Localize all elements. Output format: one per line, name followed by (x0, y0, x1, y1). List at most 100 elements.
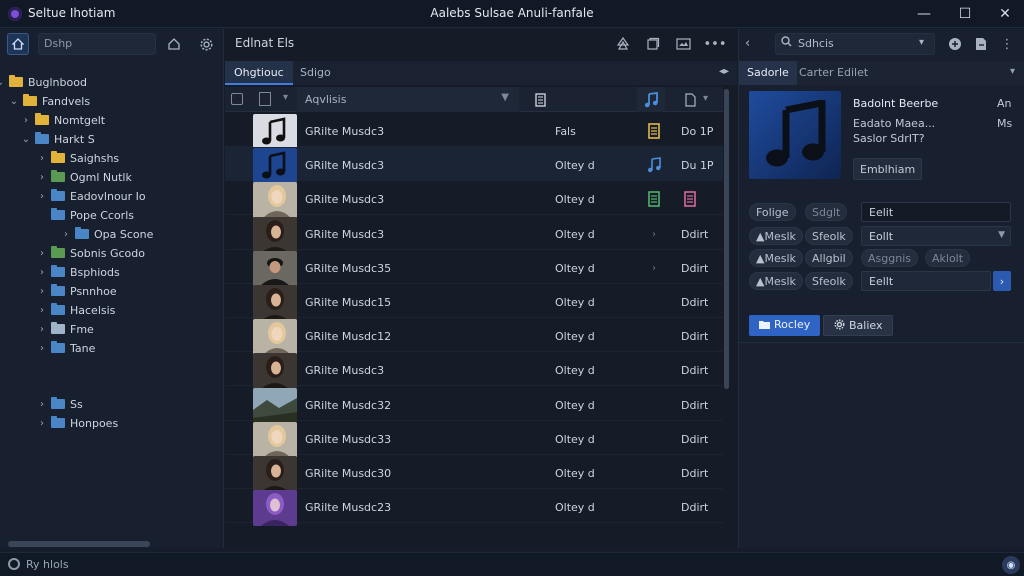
user-avatar-icon[interactable]: ◉ (1002, 556, 1020, 574)
music-note-icon[interactable] (645, 155, 663, 175)
copy-button[interactable] (643, 34, 663, 54)
table-row[interactable]: GRilte Musdc23 Oltey d Ddirt (225, 489, 723, 526)
track-action[interactable]: Ddirt (681, 467, 708, 480)
right-search-input[interactable]: Sdhcis (775, 33, 935, 55)
table-row[interactable]: GRilte Musdc3 Oltey d (225, 181, 723, 218)
table-row[interactable]: GRilte Musdc3 Oltey d Ddirt (225, 352, 723, 389)
search-chevron-down-icon[interactable]: ▾ (919, 37, 924, 48)
tree-item[interactable]: › Sobnis Gcodo (36, 244, 145, 262)
chip-tag-1[interactable]: Folige (749, 203, 796, 221)
left-search-input[interactable]: Dshp (38, 33, 156, 55)
view-button[interactable] (673, 34, 693, 54)
table-row[interactable]: GRilte Musdc3 Oltey d Du 1P (225, 147, 723, 184)
tree-item[interactable]: › Psnnhoe (36, 282, 117, 300)
tree-item[interactable]: › Hacelsis (36, 301, 115, 319)
settings-button[interactable] (196, 34, 216, 54)
field-1[interactable]: Eelit (861, 202, 1011, 222)
chip-tag-9[interactable]: ▲Meslk (749, 272, 803, 290)
close-button[interactable]: ✕ (985, 0, 1024, 28)
add-button[interactable] (945, 34, 965, 54)
track-action[interactable]: Ddirt (681, 501, 708, 514)
track-action[interactable]: Ddirt (681, 364, 708, 377)
field-2[interactable]: Eollt ▼ (861, 226, 1011, 246)
column-file-chevron-icon[interactable]: ▾ (703, 93, 708, 104)
chevron-right-icon[interactable]: › (20, 115, 32, 126)
tabs-overflow-icon[interactable]: ◂▸ (719, 66, 729, 77)
tab-editor[interactable]: Carter Edilet (799, 66, 868, 79)
tab-second[interactable]: Sdigo (291, 61, 340, 85)
chip-tag-10[interactable]: Sfeolk (805, 272, 853, 290)
track-action[interactable]: Ddirt (681, 399, 708, 412)
table-row[interactable]: GRilte Musdc15 Oltey d Ddirt (225, 284, 723, 321)
field-4[interactable]: Eellt (861, 271, 991, 291)
column-artists[interactable]: Aqvlisis ▼ (297, 87, 519, 112)
chevron-down-icon[interactable]: ⌄ (0, 77, 6, 88)
more-options-button[interactable]: ••• (704, 34, 727, 54)
tab-details[interactable]: Sadorle (739, 61, 797, 85)
chip-tag-8[interactable]: Aklolt (925, 249, 971, 267)
chevron-down-icon[interactable]: ⌄ (8, 96, 20, 107)
tree-item[interactable]: › Honpoes (36, 414, 118, 432)
secondary-action-button[interactable]: Baliex (823, 315, 894, 336)
field-4-chevron-right-icon[interactable]: › (993, 271, 1011, 291)
tree-item[interactable]: › Ss (36, 395, 83, 413)
back-chevron-icon[interactable]: ‹ (745, 36, 750, 51)
chevron-right-icon[interactable]: › (36, 191, 48, 202)
tree-item[interactable]: › Nomtgelt (20, 111, 105, 129)
album-action-button[interactable]: Emblhiam (853, 158, 923, 180)
document-icon[interactable] (645, 189, 663, 209)
chevron-right-icon[interactable]: › (36, 343, 48, 354)
sort-button[interactable] (613, 34, 633, 54)
column-document-icon[interactable] (531, 91, 549, 109)
document-icon[interactable] (645, 121, 663, 141)
maximize-button[interactable]: ☐ (945, 0, 985, 28)
scrollbar-thumb[interactable] (724, 89, 729, 389)
chevron-right-icon[interactable]: › (36, 286, 48, 297)
tree-item[interactable]: › Eadovlnour Io (36, 187, 146, 205)
chevron-right-icon[interactable]: › (36, 305, 48, 316)
track-action[interactable]: Ddirt (681, 296, 708, 309)
table-row[interactable]: GRilte Musdc35 Oltey d › Ddirt (225, 250, 723, 287)
track-action[interactable]: Do 1P (681, 125, 713, 138)
tree-item[interactable]: ⌄ Buglnbood (0, 73, 87, 91)
column-file-icon[interactable] (681, 91, 699, 109)
select-all-checkbox[interactable] (231, 93, 243, 105)
tree-item[interactable]: › Fme (36, 320, 94, 338)
chip-tag-5[interactable]: ▲Meslk (749, 249, 803, 267)
chevron-right-icon[interactable]: › (36, 399, 48, 410)
table-row[interactable]: GRilte Musdc30 Oltey d Ddirt (225, 455, 723, 492)
chip-tag-3[interactable]: ▲Meslk (749, 227, 803, 245)
tree-item[interactable]: Pope Ccorls (36, 206, 134, 224)
home-button[interactable] (7, 33, 29, 55)
track-action[interactable]: Ddirt (681, 262, 708, 275)
tabs-chevron-down-icon[interactable]: ▾ (1010, 66, 1015, 77)
tree-item[interactable]: ⌄ Fandvels (8, 92, 90, 110)
chip-tag-2[interactable]: Sdglt (805, 203, 848, 221)
table-row[interactable]: GRilte Musdc3 Fals Do 1P (225, 113, 723, 150)
tree-item[interactable]: › Saighshs (36, 149, 119, 167)
table-row[interactable]: GRilte Musdc33 Oltey d Ddirt (225, 421, 723, 458)
primary-action-button[interactable]: Rocley (749, 315, 821, 336)
column-chevron-down-icon[interactable]: ▾ (283, 92, 288, 103)
tab-first[interactable]: Ohgtiouc (225, 61, 293, 85)
track-action[interactable]: Du 1P (681, 159, 714, 172)
chevron-right-icon[interactable]: › (60, 229, 72, 240)
tree-item[interactable]: › Ogml Nutlk (36, 168, 132, 186)
track-action[interactable]: Ddirt (681, 433, 708, 446)
track-action[interactable]: Ddirt (681, 330, 708, 343)
document-edit-icon[interactable] (681, 189, 699, 209)
chevron-right-icon[interactable]: › (36, 248, 48, 259)
column-options-icon[interactable] (259, 92, 271, 106)
tree-item[interactable]: ⌄ Harkt S (20, 130, 95, 148)
chevron-right-icon[interactable]: › (36, 418, 48, 429)
chevron-right-icon[interactable]: › (36, 267, 48, 278)
table-row[interactable]: GRilte Musdc12 Oltey d Ddirt (225, 318, 723, 355)
tree-item[interactable]: › Opa Scone (60, 225, 153, 243)
column-music-note-icon[interactable] (637, 87, 665, 112)
chevron-right-icon[interactable]: › (36, 324, 48, 335)
table-row[interactable]: GRilte Musdc3 Oltey d › Ddirt (225, 216, 723, 253)
chevron-right-icon[interactable]: › (645, 224, 663, 244)
chip-tag-7[interactable]: Asggnis (861, 249, 918, 267)
middle-vertical-scrollbar[interactable] (723, 89, 731, 389)
tree-item[interactable]: › Tane (36, 339, 95, 357)
